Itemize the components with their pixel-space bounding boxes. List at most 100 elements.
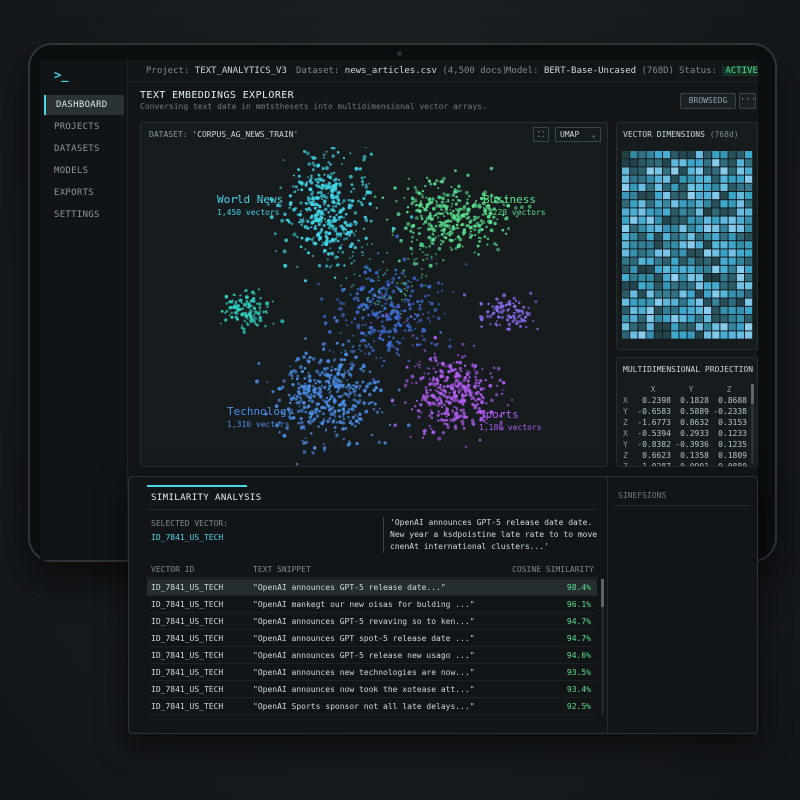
embedding-point (489, 314, 493, 319)
sidebar-item-exports[interactable]: EXPORTS (44, 183, 124, 203)
embedding-point (430, 342, 433, 345)
embedding-point (393, 308, 396, 311)
embedding-point (394, 272, 397, 276)
table-row[interactable]: ID_7841_US_TECH "OpenAI announces now too… (147, 681, 597, 698)
expand-icon[interactable]: ⛶ (533, 127, 549, 142)
embedding-point (495, 324, 499, 327)
embedding-point (485, 225, 488, 229)
dimension-cell (671, 315, 679, 323)
sidebar-item-dashboard[interactable]: DASHBOARD (44, 95, 124, 115)
embedding-point (359, 303, 364, 308)
embedding-point (454, 417, 457, 421)
sidebar-item-models[interactable]: MODELS (44, 161, 124, 181)
model-value[interactable]: BERT-Base-Uncased (544, 66, 636, 76)
embedding-point (305, 202, 309, 206)
tab-similarity-analysis[interactable]: SIMILARITY ANALYSIS (151, 493, 262, 503)
embedding-point (468, 194, 471, 198)
table-row[interactable]: ID_7841_US_TECH "OpenAI mankegt our new o… (147, 596, 597, 613)
sidebar-item-settings[interactable]: SETTINGS (44, 205, 124, 225)
embedding-point (407, 303, 412, 307)
embedding-point (357, 299, 360, 302)
embedding-point (307, 371, 310, 374)
embedding-point (419, 200, 423, 203)
dimension-cell (736, 249, 744, 257)
sidebar-item-datasets[interactable]: DATASETS (44, 139, 124, 159)
more-options-button[interactable]: ··· (739, 93, 756, 109)
embedding-scatter-plot[interactable]: World News1,450 vectorsBusiness1,220 vec… (141, 147, 608, 467)
dimension-cell (687, 257, 695, 265)
table-row[interactable]: ID_7841_US_TECH "OpenAI Sports sponsor no… (147, 698, 597, 715)
column-header-text-snippet[interactable]: TEXT SNIPPET (253, 565, 311, 574)
embedding-point (322, 418, 326, 421)
dimension-cell (638, 274, 646, 282)
embedding-point (443, 390, 446, 393)
embedding-point (425, 274, 428, 277)
selected-vector-id[interactable]: ID_7841_US_TECH (151, 533, 223, 542)
dimension-cell (712, 257, 720, 265)
projection-table: X Y Z X 0.2398 0.1828 0.8688 Y -0.6583 0.5889-… (621, 384, 747, 466)
embedding-point (303, 367, 307, 370)
embedding-point (455, 191, 458, 194)
table-row[interactable]: ID_7841_US_TECH "OpenAI announces GPT-5 r… (147, 579, 597, 596)
column-header-vector-id[interactable]: VECTOR ID (151, 565, 194, 574)
embedding-point (456, 389, 459, 392)
table-row[interactable]: ID_7841_US_TECH "OpenAI announces new tec… (147, 664, 597, 681)
embedding-point (480, 325, 483, 328)
table-row[interactable]: ID_7841_US_TECH "OpenAI announces GPT spo… (147, 630, 597, 647)
dataset-value[interactable]: news_articles.csv (345, 66, 437, 76)
embedding-point (386, 316, 390, 321)
selected-vector-label: SELECTED VECTOR: (151, 519, 229, 528)
embedding-point (302, 217, 305, 220)
table-row[interactable]: ID_7841_US_TECH "OpenAI announces GPT-5 r… (147, 613, 597, 630)
embedding-point (483, 235, 487, 239)
projection-method-select[interactable]: UMAP ⌄ (555, 127, 601, 142)
embedding-point (277, 398, 282, 403)
project-value[interactable]: TEXT_ANALYTICS_V3 (195, 66, 287, 76)
embedding-point (341, 201, 344, 204)
embedding-point (440, 243, 442, 246)
embedding-point (306, 196, 309, 199)
embedding-point (311, 357, 316, 361)
sidebar-item-projects[interactable]: PROJECTS (44, 117, 124, 137)
projection-scroll-thumb[interactable] (751, 384, 754, 404)
embedding-point (492, 311, 496, 315)
embedding-point (311, 388, 316, 393)
text-snippet-cell: "OpenAI announces GPT spot-5 release dat… (253, 634, 475, 643)
dataset-info: Dataset: news_articles.csv (4,500 docs) (296, 66, 507, 76)
cluster-label[interactable]: Technology (227, 405, 294, 418)
embedding-point (444, 365, 447, 368)
embedding-point (316, 191, 320, 194)
embedding-point (475, 200, 478, 202)
embedding-point (380, 320, 384, 324)
embedding-point (348, 421, 351, 425)
dimension-cell (695, 167, 703, 175)
embedding-point (446, 425, 450, 429)
column-header-cosine-similarity[interactable]: COSINE SIMILARITY (512, 565, 594, 574)
cluster-label[interactable]: World News (217, 193, 283, 206)
embedding-point (335, 341, 339, 345)
dimension-cell (622, 167, 630, 175)
embedding-point (453, 216, 457, 221)
embedding-point (450, 248, 454, 251)
embedding-point (371, 310, 374, 312)
cluster-label[interactable]: Business (483, 193, 536, 206)
embedding-point (368, 381, 373, 386)
dimension-cell (663, 224, 671, 232)
embedding-point (265, 311, 269, 314)
embedding-point (469, 233, 471, 236)
similarity-scroll-thumb[interactable] (601, 579, 604, 607)
embedding-point (338, 210, 343, 214)
embedding-point (353, 273, 356, 276)
embedding-point (304, 337, 307, 340)
embedding-point (534, 300, 538, 304)
cluster-label[interactable]: Sports (479, 408, 519, 421)
table-row[interactable]: ID_7841_US_TECH "OpenAI announces GPT-5 r… (147, 647, 597, 664)
similarity-scrollbar[interactable] (601, 579, 604, 715)
dimension-cell (728, 290, 736, 298)
browse-button[interactable]: BROWSEDG (680, 93, 736, 109)
dimension-cell (720, 274, 728, 282)
projection-scrollbar[interactable] (751, 384, 754, 464)
dimension-cell (736, 175, 744, 183)
dimension-cell (720, 241, 728, 249)
text-snippet-cell: "OpenAI announces GPT-5 release new usag… (253, 651, 475, 660)
